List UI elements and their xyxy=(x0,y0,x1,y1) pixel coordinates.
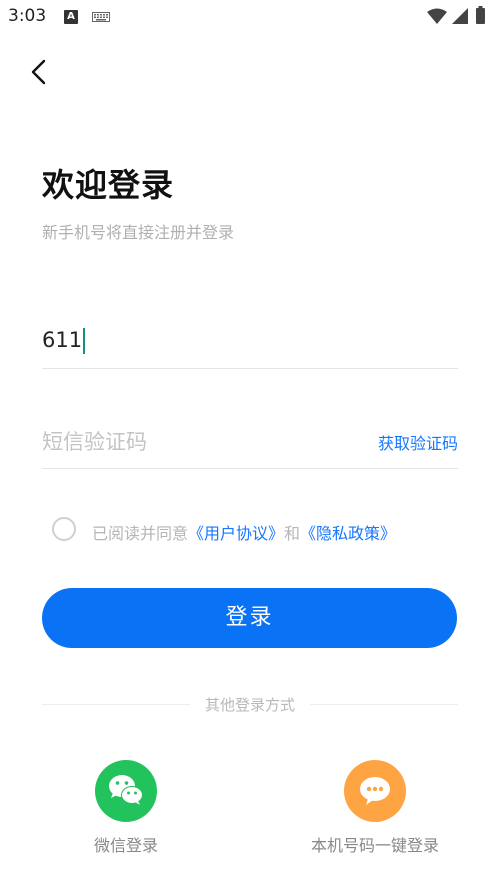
user-agreement-link[interactable]: 《用户协议》 xyxy=(188,524,284,543)
back-arrow-icon[interactable] xyxy=(24,56,56,88)
a-notification-icon: A xyxy=(64,10,78,24)
status-bar: 3:03 A xyxy=(0,0,500,34)
page-title: 欢迎登录 xyxy=(42,166,175,204)
signal-icon xyxy=(452,8,468,24)
one-key-login-button[interactable]: 本机号码一键登录 xyxy=(300,760,450,856)
wifi-icon xyxy=(427,8,447,24)
wechat-icon xyxy=(95,760,157,822)
keyboard-icon xyxy=(92,12,110,22)
divider-line xyxy=(310,704,458,705)
phone-input[interactable]: 611 xyxy=(42,322,458,369)
phone-input-value: 611 xyxy=(42,328,86,354)
get-code-button[interactable]: 获取验证码 xyxy=(378,430,458,454)
agreement-checkbox[interactable] xyxy=(52,517,76,541)
divider-line xyxy=(42,704,190,705)
page-subtitle: 新手机号将直接注册并登录 xyxy=(42,223,235,242)
text-caret xyxy=(83,328,86,354)
agreement-and: 和 xyxy=(284,524,301,543)
wechat-login-label: 微信登录 xyxy=(93,836,158,855)
privacy-policy-link[interactable]: 《隐私政策》 xyxy=(300,524,396,543)
sms-code-input[interactable]: 短信验证码 xyxy=(42,426,147,456)
agreement-text: 已阅读并同意《用户协议》和《隐私政策》 xyxy=(92,520,396,544)
agreement-prefix: 已阅读并同意 xyxy=(92,524,189,543)
other-login-label: 其他登录方式 xyxy=(204,696,295,714)
chat-bubble-icon xyxy=(344,760,406,822)
one-key-login-label: 本机号码一键登录 xyxy=(310,836,439,855)
phone-number-text: 611 xyxy=(42,328,83,352)
status-time: 3:03 xyxy=(8,6,47,26)
wechat-login-button[interactable]: 微信登录 xyxy=(74,760,178,856)
sms-code-row: 短信验证码 获取验证码 xyxy=(42,420,458,469)
agreement-row: 已阅读并同意《用户协议》和《隐私政策》 xyxy=(52,517,472,545)
battery-icon xyxy=(476,6,485,24)
login-button[interactable]: 登录 xyxy=(42,588,457,648)
